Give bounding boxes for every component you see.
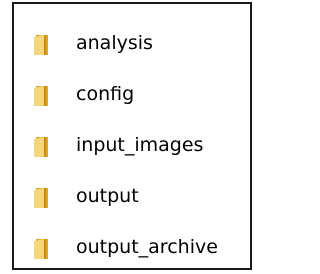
folder-item-input-images[interactable]: input_images xyxy=(14,126,250,166)
folder-item-config[interactable]: config xyxy=(14,75,250,115)
folder-icon xyxy=(34,188,48,208)
folder-label: analysis xyxy=(76,32,153,54)
folder-item-analysis[interactable]: analysis xyxy=(14,24,250,64)
folder-label: input_images xyxy=(76,134,204,156)
folder-icon xyxy=(34,86,48,106)
folder-icon xyxy=(34,35,48,55)
folder-label: output xyxy=(76,185,139,207)
folder-icon xyxy=(34,239,48,259)
folder-icon xyxy=(34,137,48,157)
folder-list-panel: analysis config input_images output outp… xyxy=(12,2,252,270)
folder-item-output[interactable]: output xyxy=(14,177,250,217)
folder-label: config xyxy=(76,83,135,105)
folder-item-output-archive[interactable]: output_archive xyxy=(14,228,250,268)
folder-label: output_archive xyxy=(76,236,218,258)
